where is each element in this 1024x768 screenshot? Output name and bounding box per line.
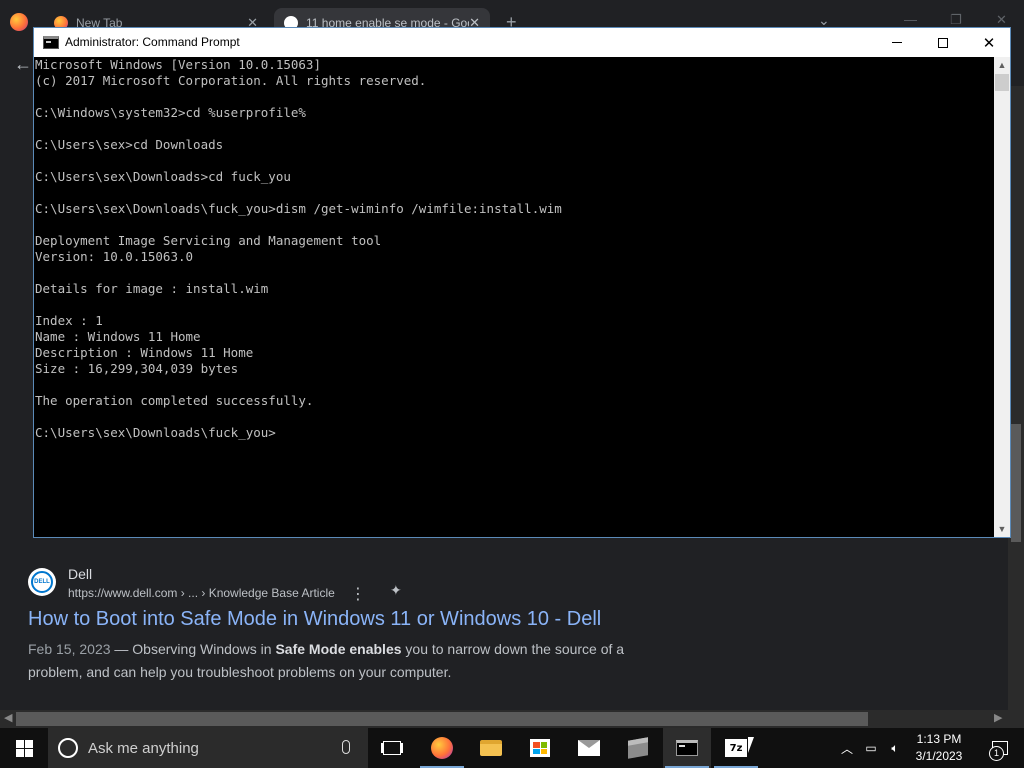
show-hidden-icons[interactable]: ︿ xyxy=(836,728,858,768)
console-line: The operation completed successfully. xyxy=(35,393,314,408)
scroll-up-icon[interactable]: ▲ xyxy=(994,57,1010,73)
result-snippet: Feb 15, 2023 — Observing Windows in Safe… xyxy=(28,641,625,680)
console-line: C:\Users\sex\Downloads\fuck_you>dism /ge… xyxy=(35,201,562,216)
console-line: Name : Windows 11 Home xyxy=(35,329,201,344)
taskbar-store[interactable] xyxy=(516,728,564,768)
task-view-button[interactable] xyxy=(368,728,416,768)
console-line: C:\Users\sex>cd Downloads xyxy=(35,137,224,152)
console-output[interactable]: Microsoft Windows [Version 10.0.15063] (c… xyxy=(34,57,994,537)
console-line: (c) 2017 Microsoft Corporation. All righ… xyxy=(35,73,427,88)
taskbar-clock[interactable]: 1:13 PM 3/1/2023 xyxy=(906,731,972,765)
volume-tray[interactable]: 🔈︎ xyxy=(884,728,906,768)
console-line: C:\Users\sex\Downloads\fuck_you> xyxy=(35,425,276,440)
cmd-window-title: Administrator: Command Prompt xyxy=(65,35,240,49)
console-line: Index : 1 xyxy=(35,313,103,328)
minimize-icon xyxy=(892,42,902,43)
result-date: Feb 15, 2023 xyxy=(28,641,111,657)
cmd-vertical-scrollbar[interactable]: ▲ ▼ xyxy=(994,57,1010,537)
command-prompt-window[interactable]: Administrator: Command Prompt ✕ Microsof… xyxy=(33,27,1011,538)
result-title-link[interactable]: How to Boot into Safe Mode in Windows 11… xyxy=(28,608,601,631)
taskbar-firefox[interactable] xyxy=(418,728,466,768)
browser-restore-icon[interactable]: ❐ xyxy=(950,12,962,28)
mail-icon xyxy=(578,740,600,756)
taskbar-command-prompt[interactable] xyxy=(663,728,711,768)
taskbar-mail[interactable] xyxy=(565,728,613,768)
taskbar: Ask me anything 7z ︿ ▭ 🔈︎ 1:13 PM 3/1/20… xyxy=(0,728,1024,768)
notification-count-badge: 1 xyxy=(989,746,1004,761)
console-line: C:\Users\sex\Downloads>cd fuck_you xyxy=(35,169,291,184)
page-horizontal-scrollbar[interactable]: ◀ ▶ xyxy=(0,710,1024,728)
browser-close-icon[interactable]: ✕ xyxy=(996,12,1007,28)
network-tray[interactable]: ▭ xyxy=(860,728,882,768)
microphone-icon[interactable] xyxy=(342,740,350,754)
console-line: Deployment Image Servicing and Managemen… xyxy=(35,233,382,248)
start-button[interactable] xyxy=(0,728,48,768)
result-site-name: Dell xyxy=(68,566,93,582)
network-icon: ▭ xyxy=(865,741,877,755)
taskbar-package[interactable] xyxy=(614,728,662,768)
horizontal-scroll-thumb[interactable] xyxy=(16,712,868,726)
firefox-icon[interactable] xyxy=(10,13,28,31)
taskbar-search-box[interactable]: Ask me anything xyxy=(48,728,368,768)
store-icon xyxy=(530,739,550,757)
cmd-scroll-thumb[interactable] xyxy=(995,74,1009,91)
search-placeholder: Ask me anything xyxy=(88,740,199,757)
scroll-right-icon[interactable]: ▶ xyxy=(994,711,1002,724)
chevron-up-icon: ︿ xyxy=(840,741,853,756)
taskbar-file-explorer[interactable] xyxy=(467,728,515,768)
windows-logo-icon xyxy=(15,739,33,757)
back-button[interactable]: ← xyxy=(14,54,32,75)
cmd-title-bar[interactable]: Administrator: Command Prompt ✕ xyxy=(34,28,1010,57)
maximize-icon xyxy=(938,37,948,48)
desktop-screen: New Tab ✕ 11 home enable se mode - Goo ✕… xyxy=(0,0,1024,768)
console-line: Details for image : install.wim xyxy=(35,281,269,296)
cortana-search-icon xyxy=(58,738,78,758)
minimize-button[interactable] xyxy=(874,28,920,57)
scroll-left-icon[interactable]: ◀ xyxy=(4,711,12,724)
console-line: Description : Windows 11 Home xyxy=(35,345,254,360)
command-prompt-icon[interactable] xyxy=(43,36,59,49)
file-explorer-icon xyxy=(480,740,502,756)
console-line: Version: 10.0.15063.0 xyxy=(35,249,194,264)
console-line: Size : 16,299,304,039 bytes xyxy=(35,361,239,376)
close-button[interactable]: ✕ xyxy=(966,28,1012,57)
page-scroll-thumb[interactable] xyxy=(1011,424,1021,542)
7zip-icon: 7z xyxy=(725,739,747,757)
browser-minimize-icon[interactable]: — xyxy=(904,12,917,27)
dell-logo-icon: DELL xyxy=(28,568,56,596)
close-icon: ✕ xyxy=(982,34,996,52)
more-options-icon[interactable]: ⋮ xyxy=(350,584,366,604)
command-prompt-icon xyxy=(676,740,698,756)
clock-time: 1:13 PM xyxy=(916,732,962,746)
mouse-cursor-icon xyxy=(748,737,754,753)
package-icon xyxy=(628,737,648,759)
console-line: Microsoft Windows [Version 10.0.15063] xyxy=(35,57,321,72)
scroll-down-icon[interactable]: ▼ xyxy=(994,521,1010,537)
clock-date: 3/1/2023 xyxy=(915,749,963,763)
volume-icon: 🔈︎ xyxy=(891,740,899,755)
result-url[interactable]: https://www.dell.com › ... › Knowledge B… xyxy=(68,586,335,600)
sparkle-icon[interactable]: ✦ xyxy=(390,582,402,599)
maximize-button[interactable] xyxy=(920,28,966,57)
console-line: C:\Windows\system32>cd %userprofile% xyxy=(35,105,306,120)
firefox-icon xyxy=(431,737,453,759)
task-view-icon xyxy=(383,741,401,755)
